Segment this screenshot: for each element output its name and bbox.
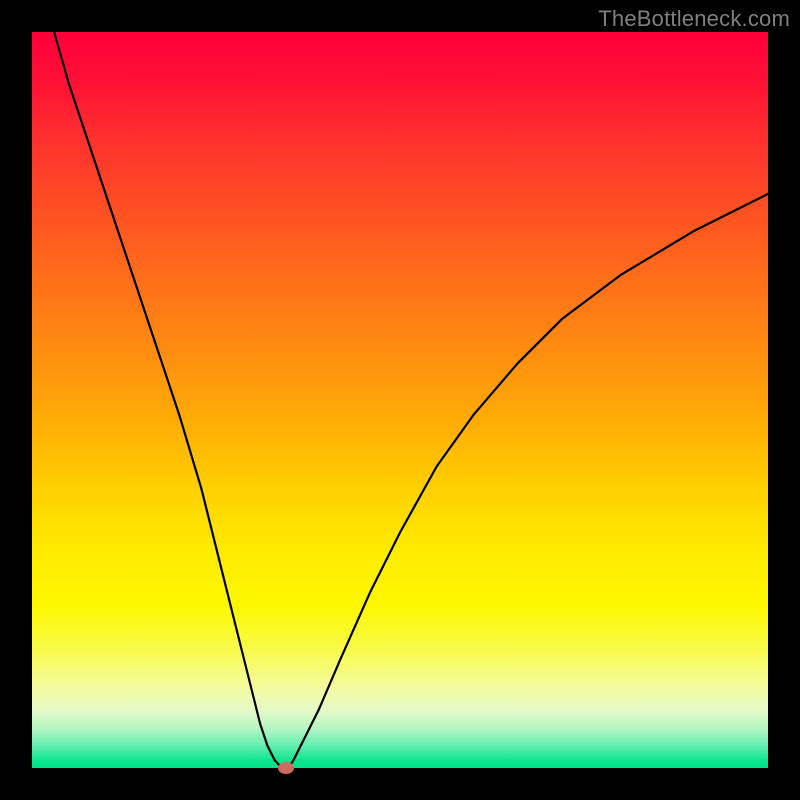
bottleneck-curve: [54, 32, 768, 768]
minimum-marker: [278, 762, 294, 774]
plot-area: [32, 32, 768, 768]
curve-svg: [32, 32, 768, 768]
chart-frame: TheBottleneck.com: [0, 0, 800, 800]
watermark-text: TheBottleneck.com: [598, 6, 790, 32]
